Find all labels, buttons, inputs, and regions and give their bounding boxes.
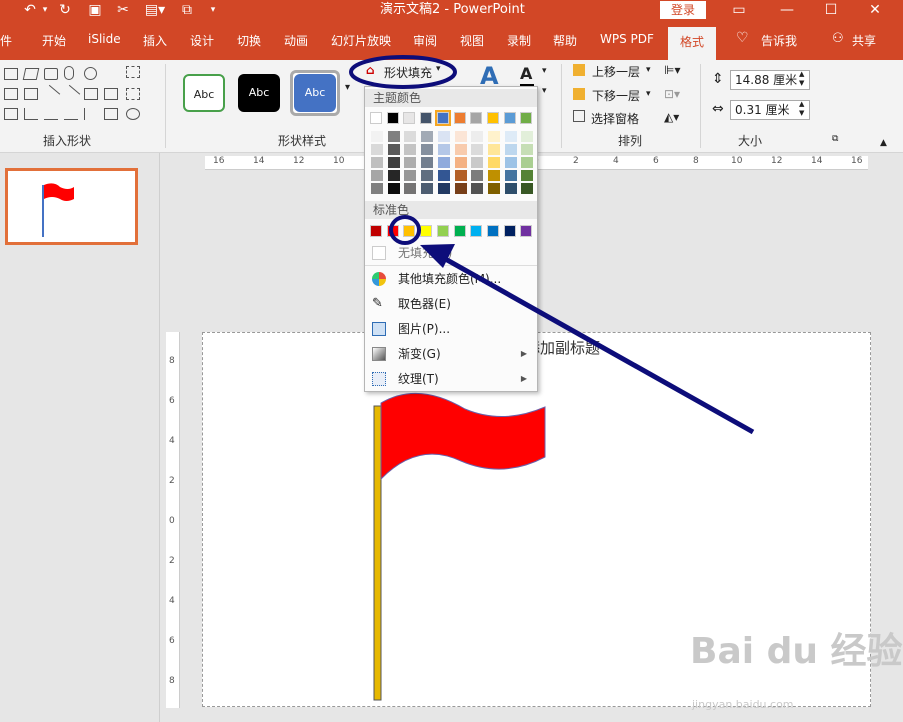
watermark-logo: Bai du 经验	[690, 631, 903, 672]
annotation-arrow-head	[420, 244, 455, 268]
annotation-overlay	[349, 55, 755, 435]
watermark-url: jingyan.baidu.com	[692, 698, 794, 711]
annotation-arrow-line	[438, 253, 755, 435]
annotation-ellipse-shape-fill	[349, 55, 457, 89]
annotation-ellipse-color	[389, 215, 421, 245]
